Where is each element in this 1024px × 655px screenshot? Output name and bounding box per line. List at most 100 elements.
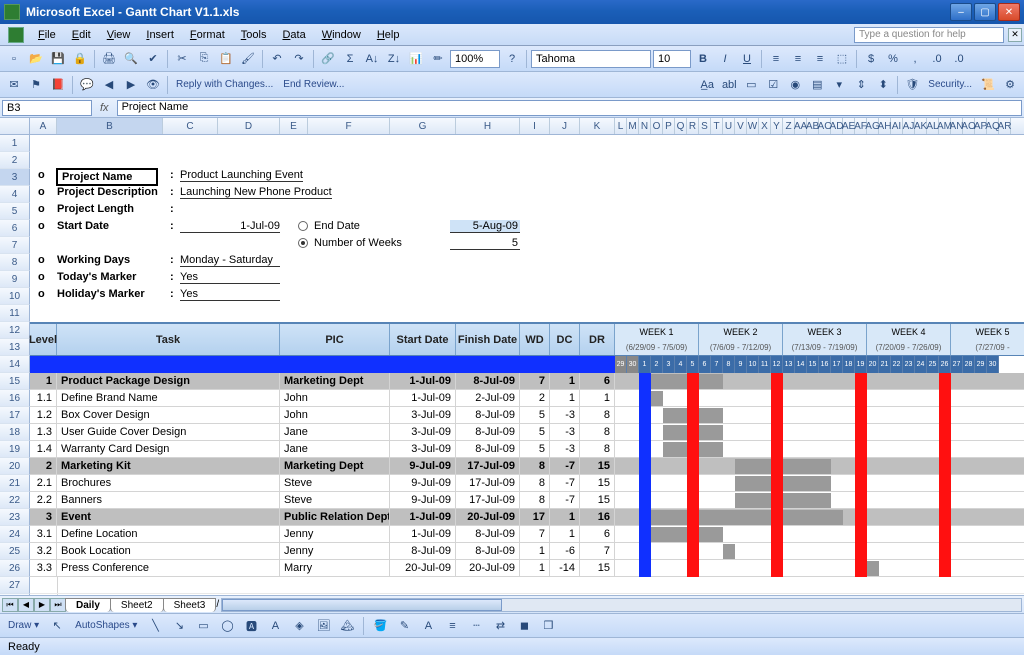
- task-name[interactable]: Define Brand Name: [57, 390, 280, 406]
- row-header-3[interactable]: 3: [0, 169, 30, 186]
- sheet-tab-sheet2[interactable]: Sheet2: [110, 598, 164, 612]
- ab-icon[interactable]: A̲a: [697, 75, 717, 95]
- task-start[interactable]: 9-Jul-09: [390, 492, 456, 508]
- open-icon[interactable]: 📂: [26, 49, 46, 69]
- task-row[interactable]: 2.1BrochuresSteve9-Jul-0917-Jul-098-715: [30, 475, 1024, 492]
- col-header-W[interactable]: W: [747, 118, 759, 134]
- task-row[interactable]: 3EventPublic Relation Dept1-Jul-0920-Jul…: [30, 509, 1024, 526]
- task-row[interactable]: 1.2Box Cover DesignJohn3-Jul-098-Jul-095…: [30, 407, 1024, 424]
- bold-button[interactable]: B: [693, 49, 713, 69]
- task-pic[interactable]: Jane: [280, 424, 390, 440]
- col-header-D[interactable]: D: [218, 118, 280, 134]
- row-header-27[interactable]: 27: [0, 577, 30, 594]
- col-header-X[interactable]: X: [759, 118, 771, 134]
- sheet-tab-daily[interactable]: Daily: [65, 598, 111, 612]
- task-name[interactable]: Product Package Design: [57, 373, 280, 389]
- fill-color-icon[interactable]: 🪣: [370, 616, 390, 636]
- task-pic[interactable]: Marketing Dept: [280, 458, 390, 474]
- task-finish[interactable]: 8-Jul-09: [456, 543, 520, 559]
- preview-icon[interactable]: 🔍: [121, 49, 141, 69]
- row-header-24[interactable]: 24: [0, 526, 30, 543]
- col-header-H[interactable]: H: [456, 118, 520, 134]
- row-header-22[interactable]: 22: [0, 492, 30, 509]
- picture-icon[interactable]: 🏔: [337, 616, 357, 636]
- task-name[interactable]: Marketing Kit: [57, 458, 280, 474]
- zoom-combo[interactable]: 100%: [450, 50, 500, 68]
- row-header-23[interactable]: 23: [0, 509, 30, 526]
- col-header-AI[interactable]: AI: [891, 118, 903, 134]
- task-row[interactable]: 3.2Book LocationJenny8-Jul-098-Jul-091-6…: [30, 543, 1024, 560]
- copy-icon[interactable]: ⎘: [194, 49, 214, 69]
- selected-cell[interactable]: Project Name: [56, 168, 158, 186]
- row-header-20[interactable]: 20: [0, 458, 30, 475]
- col-header-V[interactable]: V: [735, 118, 747, 134]
- menu-edit[interactable]: Edit: [64, 27, 99, 43]
- row-headers[interactable]: 1234567891011121314151617181920212223242…: [0, 135, 30, 595]
- sort-desc-icon[interactable]: Z↓: [384, 49, 404, 69]
- textbox-icon[interactable]: 🅰: [241, 616, 261, 636]
- doc-close-button[interactable]: ✕: [1008, 28, 1022, 42]
- cut-icon[interactable]: ✂: [172, 49, 192, 69]
- paste-icon[interactable]: 📋: [216, 49, 236, 69]
- col-header-C[interactable]: C: [163, 118, 218, 134]
- 3d-icon[interactable]: ❒: [538, 616, 558, 636]
- task-pic[interactable]: Steve: [280, 492, 390, 508]
- row-header-14[interactable]: 14: [0, 356, 30, 373]
- save-icon[interactable]: 💾: [48, 49, 68, 69]
- name-box[interactable]: B3: [2, 100, 92, 116]
- task-name[interactable]: Press Conference: [57, 560, 280, 576]
- field-value[interactable]: Yes: [180, 288, 280, 301]
- task-finish[interactable]: 20-Jul-09: [456, 560, 520, 576]
- col-header-R[interactable]: R: [687, 118, 699, 134]
- drawing-icon[interactable]: ✏: [428, 49, 448, 69]
- task-name[interactable]: Event: [57, 509, 280, 525]
- task-row[interactable]: 2Marketing KitMarketing Dept9-Jul-0917-J…: [30, 458, 1024, 475]
- task-start[interactable]: 9-Jul-09: [390, 475, 456, 491]
- spell-icon[interactable]: ✔: [143, 49, 163, 69]
- workbook-icon[interactable]: [8, 27, 24, 43]
- col-header-O[interactable]: O: [651, 118, 663, 134]
- row-header-8[interactable]: 8: [0, 254, 30, 271]
- scroll-thumb[interactable]: [222, 599, 502, 611]
- fx-label[interactable]: fx: [92, 102, 117, 114]
- hyperlink-icon[interactable]: 🔗: [318, 49, 338, 69]
- book-icon[interactable]: 📕: [48, 75, 68, 95]
- check-icon[interactable]: ☑: [763, 75, 783, 95]
- task-row[interactable]: 3.1Define LocationJenny1-Jul-098-Jul-097…: [30, 526, 1024, 543]
- task-row[interactable]: 1Product Package DesignMarketing Dept1-J…: [30, 373, 1024, 390]
- col-header-AR[interactable]: AR: [999, 118, 1011, 134]
- task-start[interactable]: 3-Jul-09: [390, 407, 456, 423]
- task-start[interactable]: 1-Jul-09: [390, 373, 456, 389]
- col-header-A[interactable]: A: [30, 118, 57, 134]
- horizontal-scrollbar[interactable]: [221, 598, 1022, 612]
- draw-menu[interactable]: Draw ▾: [4, 620, 43, 631]
- oval-icon[interactable]: ◯: [217, 616, 237, 636]
- task-start[interactable]: 1-Jul-09: [390, 509, 456, 525]
- line-color-icon[interactable]: ✎: [394, 616, 414, 636]
- comma-icon[interactable]: ,: [905, 49, 925, 69]
- task-finish[interactable]: 8-Jul-09: [456, 407, 520, 423]
- row-header-4[interactable]: 4: [0, 186, 30, 203]
- row-header-6[interactable]: 6: [0, 220, 30, 237]
- task-pic[interactable]: John: [280, 407, 390, 423]
- task-finish[interactable]: 17-Jul-09: [456, 458, 520, 474]
- tab-prev-icon[interactable]: ◀: [18, 598, 34, 612]
- tab-next-icon[interactable]: ▶: [34, 598, 50, 612]
- menu-tools[interactable]: Tools: [233, 27, 275, 43]
- prev-comment-icon[interactable]: ◀: [99, 75, 119, 95]
- row-header-5[interactable]: 5: [0, 203, 30, 220]
- col-header-Q[interactable]: Q: [675, 118, 687, 134]
- task-pic[interactable]: Public Relation Dept: [280, 509, 390, 525]
- task-finish[interactable]: 8-Jul-09: [456, 441, 520, 457]
- task-start[interactable]: 3-Jul-09: [390, 424, 456, 440]
- diagram-icon[interactable]: ◈: [289, 616, 309, 636]
- cert-icon[interactable]: 📜: [978, 75, 998, 95]
- task-name[interactable]: Book Location: [57, 543, 280, 559]
- row-header-13[interactable]: 13: [0, 339, 30, 356]
- wordart-icon[interactable]: A: [265, 616, 285, 636]
- align-center-icon[interactable]: ≡: [788, 49, 808, 69]
- col-header-U[interactable]: U: [723, 118, 735, 134]
- task-pic[interactable]: Steve: [280, 475, 390, 491]
- task-start[interactable]: 3-Jul-09: [390, 441, 456, 457]
- combo-icon[interactable]: ▾: [829, 75, 849, 95]
